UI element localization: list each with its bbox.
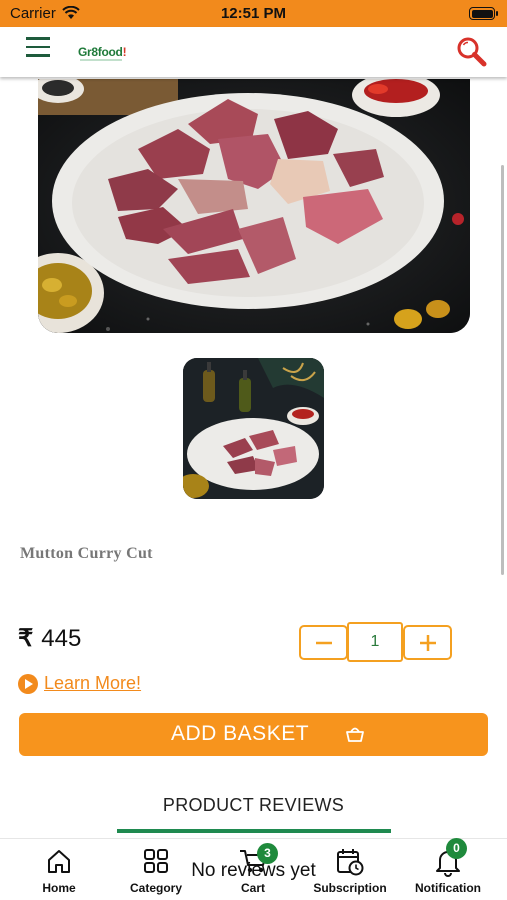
minus-icon (316, 641, 332, 645)
logo-tagline-mark (80, 59, 122, 61)
learn-more-label: Learn More! (44, 673, 142, 693)
status-bar: Carrier 12:51 PM (0, 0, 507, 27)
active-tab-indicator (117, 829, 391, 833)
nav-label-category: Category (129, 881, 182, 895)
add-basket-button[interactable]: ADD BASKET (19, 713, 488, 756)
add-basket-label: ADD BASKET (171, 722, 310, 745)
basket-icon (346, 727, 364, 742)
clock: 12:51 PM (220, 5, 287, 22)
notification-count-badge: 0 (446, 838, 467, 859)
rupee-icon: ₹ (18, 625, 34, 652)
tab-product-reviews[interactable]: PRODUCT REVIEWS (0, 795, 507, 816)
play-icon (18, 674, 38, 694)
battery-icon (469, 7, 498, 20)
decrease-quantity-button[interactable] (299, 625, 348, 660)
scrollbar[interactable] (501, 165, 504, 575)
increase-quantity-button[interactable] (403, 625, 452, 660)
plus-icon (420, 635, 436, 651)
price-value: 445 (41, 625, 82, 652)
product-thumbnail[interactable] (183, 358, 324, 499)
brand-logo: Gr8food! (78, 45, 127, 59)
no-reviews-message: No reviews yet (191, 860, 316, 881)
quantity-field[interactable]: 1 (347, 622, 403, 662)
nav-label-home: Home (42, 881, 76, 895)
nav-label-subscription: Subscription (313, 881, 387, 895)
product-title: Mutton Curry Cut (20, 545, 153, 562)
nav-label-notification: Notification (415, 881, 481, 895)
nav-label-cart: Cart (240, 881, 265, 895)
search-icon[interactable] (453, 34, 489, 70)
product-price: ₹445 (18, 624, 81, 653)
hamburger-menu-icon[interactable] (26, 37, 50, 59)
product-main-image (38, 79, 470, 333)
app-header: Gr8food! (0, 27, 507, 77)
